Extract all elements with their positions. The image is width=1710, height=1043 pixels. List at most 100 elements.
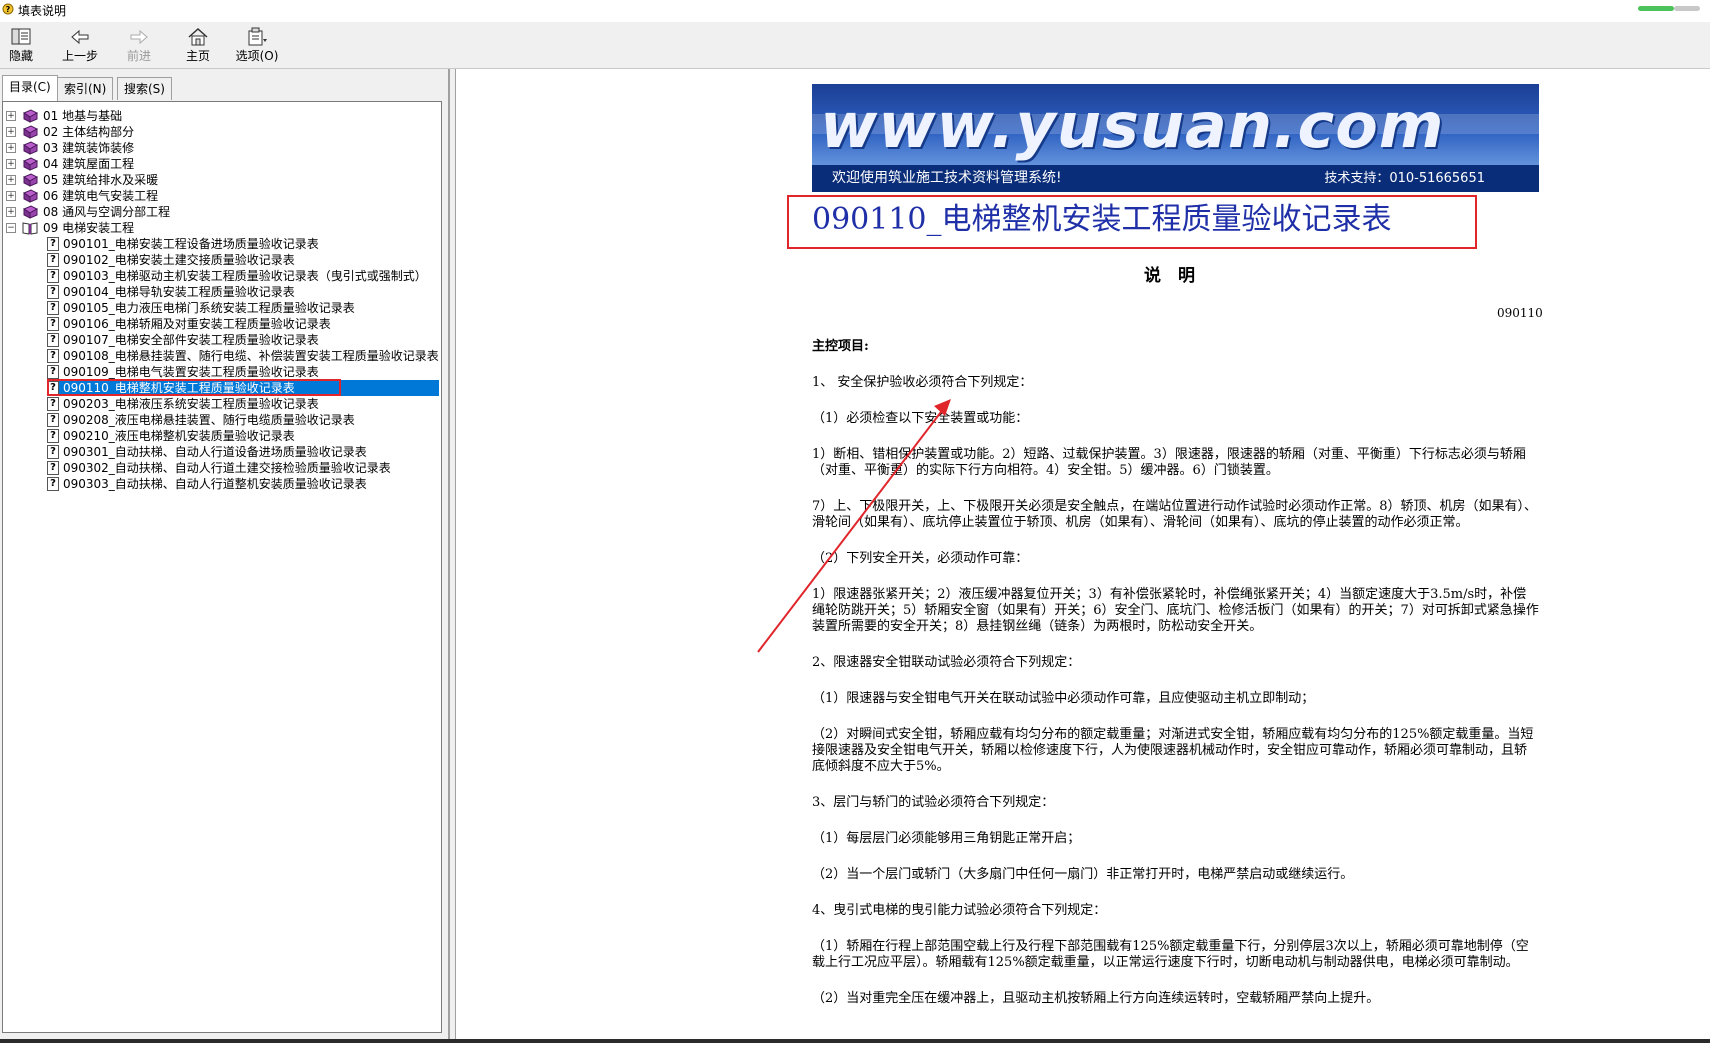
- hide-icon: [11, 28, 31, 45]
- help-page-icon: ?: [47, 429, 59, 443]
- tree-item-label: 090106_电梯轿厢及对重安装工程质量验收记录表: [63, 317, 331, 331]
- window-title: 填表说明: [18, 4, 67, 18]
- help-page-icon: ?: [47, 253, 59, 267]
- tree-item[interactable]: ? 090109_电梯电气装置安装工程质量验收记录表: [3, 364, 439, 380]
- document-paragraph: （1）每层层门必须能够用三角钥匙正常开启；: [812, 831, 1081, 846]
- tree-item[interactable]: ? 090108_电梯悬挂装置、随行电缆、补偿装置安装工程质量验收记录表: [3, 348, 439, 364]
- options-button[interactable]: 选项(O): [232, 24, 282, 66]
- tab-search[interactable]: 搜索(S): [117, 77, 172, 100]
- tree-item[interactable]: ? 090104_电梯导轨安装工程质量验收记录表: [3, 284, 439, 300]
- document-paragraph: （1）必须检查以下安全装置或功能：: [812, 411, 1029, 426]
- expand-icon[interactable]: +: [6, 111, 16, 121]
- content-pane[interactable]: www.yusuan.com 欢迎使用筑业施工技术资料管理系统! 技术支持：01…: [455, 69, 1710, 1043]
- expand-icon[interactable]: +: [6, 143, 16, 153]
- tree-item[interactable]: ? 090105_电力液压电梯门系统安装工程质量验收记录表: [3, 300, 439, 316]
- nav-tabs: 目录(C) 索引(N) 搜索(S): [0, 75, 448, 101]
- title-annotation-box: [787, 195, 1477, 249]
- help-page-icon: ?: [47, 301, 59, 315]
- document-paragraph: （2）对瞬间式安全钳，轿厢应载有均匀分布的额定载重量；对渐进式安全钳，轿厢应载有…: [812, 727, 1534, 774]
- book-icon: [22, 205, 38, 219]
- explanation-heading: 说 明: [1144, 266, 1195, 286]
- expand-icon[interactable]: +: [6, 191, 16, 201]
- tree-category[interactable]: +04 建筑屋面工程: [3, 156, 439, 172]
- toolbar: 隐藏 上一步 前进 主页 选项(O): [0, 22, 1710, 69]
- document-paragraph: （1）限速器与安全钳电气开关在联动试验中必须动作可靠，且应使驱动主机立即制动；: [812, 691, 1315, 706]
- back-button[interactable]: 上一步: [55, 24, 105, 66]
- section-heading: 主控项目:: [812, 339, 869, 354]
- tab-index[interactable]: 索引(N): [57, 77, 114, 100]
- help-page-icon: ?: [47, 285, 59, 299]
- tree-item-label: 090101_电梯安装工程设备进场质量验收记录表: [63, 237, 319, 251]
- document-paragraph: 2、限速器安全钳联动试验必须符合下列规定：: [812, 655, 1081, 670]
- help-page-icon: ?: [47, 445, 59, 459]
- options-icon: [248, 27, 267, 46]
- tree-item-label: 090208_液压电梯悬挂装置、随行电缆质量验收记录表: [63, 413, 355, 427]
- banner-logo: www.yusuan.com: [820, 89, 1445, 162]
- document-paragraph: 4、曳引式电梯的曳引能力试验必须符合下列规定：: [812, 903, 1107, 918]
- back-arrow-icon: [71, 29, 89, 45]
- expand-icon[interactable]: +: [6, 159, 16, 169]
- tree-item[interactable]: ? 090101_电梯安装工程设备进场质量验收记录表: [3, 236, 439, 252]
- tree-category-label: 09 电梯安装工程: [43, 221, 135, 235]
- tree-item[interactable]: ? 090210_液压电梯整机安装质量验收记录表: [3, 428, 439, 444]
- collapse-icon[interactable]: −: [6, 223, 16, 233]
- expand-icon[interactable]: +: [6, 207, 16, 217]
- hide-button[interactable]: 隐藏: [0, 24, 46, 66]
- document-paragraph: （2）当一个层门或轿门（大多扇门中任何一扇门）非正常打开时，电梯严禁启动或继续运…: [812, 867, 1354, 882]
- help-page-icon: ?: [47, 333, 59, 347]
- document-code: 090110: [1497, 306, 1543, 320]
- document-paragraph: （1）轿厢在行程上部范围空载上行及行程下部范围载有125%额定载重量下行，分别停…: [812, 939, 1529, 970]
- help-app-icon: ?: [2, 3, 14, 15]
- hide-label: 隐藏: [8, 49, 33, 63]
- tree-category[interactable]: +03 建筑装饰装修: [3, 140, 439, 156]
- tree-item[interactable]: ? 090106_电梯轿厢及对重安装工程质量验收记录表: [3, 316, 439, 332]
- tree-category[interactable]: +01 地基与基础: [3, 108, 439, 124]
- help-page-icon: ?: [47, 349, 59, 363]
- help-page-icon: ?: [47, 461, 59, 475]
- expand-icon[interactable]: +: [6, 127, 16, 137]
- document-paragraph: 3、层门与轿门的试验必须符合下列规定：: [812, 795, 1055, 810]
- tree-category-label: 01 地基与基础: [43, 109, 123, 123]
- document-paragraph: 1、 安全保护验收必须符合下列规定：: [812, 375, 1033, 390]
- home-label: 主页: [185, 49, 210, 63]
- tree-item-label: 090104_电梯导轨安装工程质量验收记录表: [63, 285, 295, 299]
- tree-item-selected[interactable]: ? 090110_电梯整机安装工程质量验收记录表: [3, 379, 439, 396]
- tree-item-label: 090108_电梯悬挂装置、随行电缆、补偿装置安装工程质量验收记录表: [63, 349, 439, 363]
- window-controls[interactable]: [1638, 2, 1702, 18]
- book-icon: [22, 173, 38, 187]
- tree-category-label: 05 建筑给排水及采暖: [43, 173, 159, 187]
- document-paragraph: （2）当对重完全压在缓冲器上，且驱动主机按轿厢上行方向连续运转时，空载轿厢严禁向…: [812, 991, 1380, 1006]
- tree-category[interactable]: +06 建筑电气安装工程: [3, 188, 439, 204]
- tree-category[interactable]: +05 建筑给排水及采暖: [3, 172, 439, 188]
- back-label: 上一步: [61, 49, 98, 63]
- help-page-icon: ?: [47, 237, 59, 251]
- tree-item[interactable]: ? 090302_自动扶梯、自动人行道土建交接检验质量验收记录表: [3, 460, 439, 476]
- tree-item[interactable]: ? 090303_自动扶梯、自动人行道整机安装质量验收记录表: [3, 476, 439, 492]
- banner-strip: 欢迎使用筑业施工技术资料管理系统! 技术支持：010-51665651: [812, 165, 1539, 192]
- banner-welcome-text: 欢迎使用筑业施工技术资料管理系统!: [832, 170, 1062, 186]
- selection-annotation-box: [47, 379, 341, 396]
- document-paragraph: （2）下列安全开关，必须动作可靠：: [812, 551, 1029, 566]
- contents-tree[interactable]: +01 地基与基础 +02 主体结构部分 +03 建筑装饰装修 +04 建筑屋面工程 +…: [2, 101, 442, 1033]
- help-page-icon: ?: [47, 269, 59, 283]
- book-icon: [22, 189, 38, 203]
- tree-item[interactable]: ? 090102_电梯安装土建交接质量验收记录表: [3, 252, 439, 268]
- forward-arrow-icon: [130, 29, 148, 45]
- tree-category[interactable]: +02 主体结构部分: [3, 124, 439, 140]
- tree-category[interactable]: − 09 电梯安装工程: [3, 220, 439, 236]
- tree-item[interactable]: ? 090107_电梯安全部件安装工程质量验收记录表: [3, 332, 439, 348]
- expand-icon[interactable]: +: [6, 175, 16, 185]
- tree-category[interactable]: +08 通风与空调分部工程: [3, 204, 439, 220]
- tree-item-label: 090107_电梯安全部件安装工程质量验收记录表: [63, 333, 319, 347]
- help-page-icon: ?: [47, 365, 59, 379]
- tree-item[interactable]: ? 090301_自动扶梯、自动人行道设备进场质量验收记录表: [3, 444, 439, 460]
- forward-button[interactable]: 前进: [114, 24, 164, 66]
- tree-category-label: 08 通风与空调分部工程: [43, 205, 171, 219]
- home-button[interactable]: 主页: [173, 24, 223, 66]
- tab-contents[interactable]: 目录(C): [2, 75, 58, 101]
- title-bar: ? 填表说明: [0, 0, 1710, 23]
- tree-item[interactable]: ? 090208_液压电梯悬挂装置、随行电缆质量验收记录表: [3, 412, 439, 428]
- help-page-icon: ?: [47, 413, 59, 427]
- tree-item[interactable]: ? 090103_电梯驱动主机安装工程质量验收记录表（曳引式或强制式）: [3, 268, 439, 284]
- tree-item[interactable]: ? 090203_电梯液压系统安装工程质量验收记录表: [3, 396, 439, 412]
